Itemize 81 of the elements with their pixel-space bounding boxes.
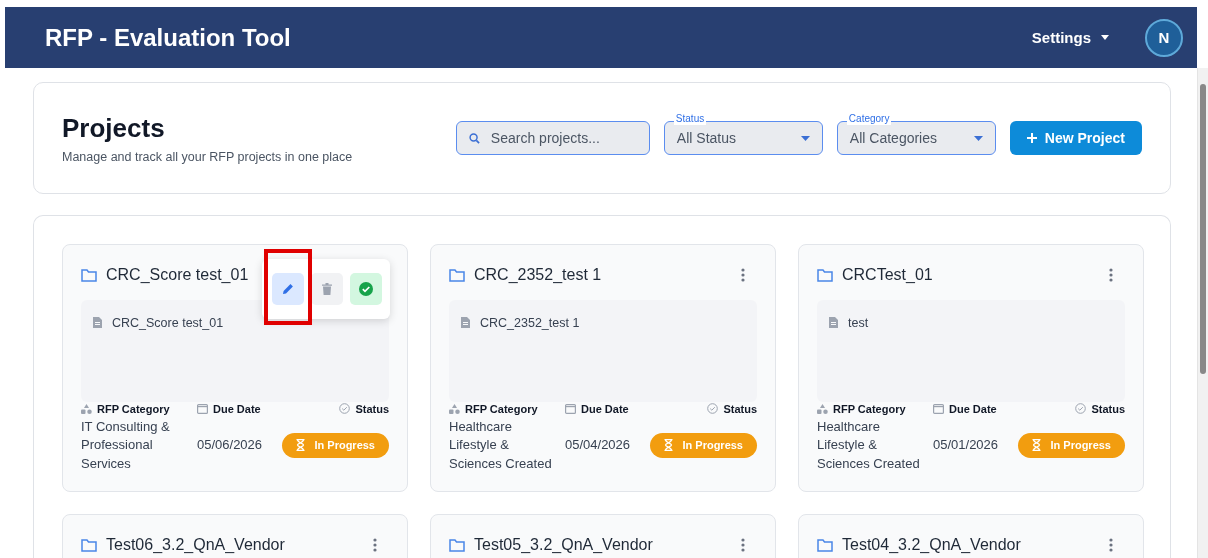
description-text: CRC_Score test_01: [112, 316, 224, 330]
new-project-button[interactable]: New Project: [1009, 121, 1142, 155]
status-label: Status: [1091, 402, 1125, 415]
folder-icon: [81, 538, 97, 552]
delete-button[interactable]: [311, 273, 343, 305]
folder-icon: [449, 538, 465, 552]
page-title: Projects: [62, 112, 166, 144]
folder-icon: [449, 268, 465, 282]
edit-button[interactable]: [272, 273, 304, 305]
status-badge: In Progress: [650, 432, 757, 458]
more-options-icon[interactable]: [373, 538, 377, 552]
due-date-label: Due Date: [213, 402, 261, 415]
project-name: Test06_3.2_QnA_Vendor: [106, 536, 286, 554]
search-field[interactable]: Search projects...: [455, 121, 650, 155]
filter-select[interactable]: All Status: [663, 121, 823, 155]
project-name: Test05_3.2_QnA_Vendor: [474, 536, 654, 554]
check-circle-outline-icon: [707, 403, 719, 414]
folder-icon: [817, 538, 833, 552]
status-badge: In Progress: [1018, 432, 1125, 458]
description-text: CRC_2352_test 1: [480, 316, 580, 330]
status-label: Status: [723, 402, 757, 415]
app-title: RFP - Evaluation Tool: [45, 23, 292, 52]
pencil-icon: [282, 283, 294, 295]
category-value: IT Consulting & Professional Services: [81, 417, 171, 473]
category-value: Healthcare Lifestyle & Sciences Created: [817, 417, 921, 473]
check-circle-outline-icon: [1075, 403, 1087, 414]
search-icon: [468, 133, 480, 144]
category-label: RFP Category: [97, 402, 170, 415]
project-card[interactable]: Test04_3.2_QnA_Vendor: [798, 514, 1144, 558]
hourglass-icon: [296, 439, 306, 452]
complete-button[interactable]: [350, 273, 382, 305]
document-icon: [829, 317, 838, 328]
folder-icon: [81, 268, 97, 282]
category-value: Healthcare Lifestyle & Sciences Created: [449, 417, 553, 473]
shapes-icon: [81, 403, 92, 414]
filter-label: Status: [673, 113, 707, 125]
more-options-icon[interactable]: [741, 538, 745, 552]
hourglass-icon: [664, 439, 674, 452]
shapes-icon: [817, 403, 828, 414]
project-card[interactable]: Test06_3.2_QnA_Vendor: [62, 514, 408, 558]
folder-icon: [817, 268, 833, 282]
hourglass-icon: [1032, 439, 1042, 452]
page-subtitle: Manage and track all your RFP projects in one place: [62, 149, 354, 164]
user-avatar[interactable]: N: [1145, 18, 1183, 57]
dropdown-caret-icon: [800, 135, 810, 141]
settings-menu[interactable]: Settings: [1031, 29, 1109, 46]
more-options-icon[interactable]: [1109, 538, 1113, 552]
more-options-icon[interactable]: [1109, 268, 1113, 282]
filter-label: Category: [846, 113, 892, 125]
project-name: CRC_2352_test 1: [474, 266, 603, 284]
calendar-icon: [565, 403, 576, 414]
scrollbar[interactable]: [1197, 68, 1208, 558]
more-options-icon[interactable]: [741, 268, 745, 282]
category-label: RFP Category: [465, 402, 538, 415]
calendar-icon: [197, 403, 208, 414]
shapes-icon: [449, 403, 460, 414]
due-date-value: 05/01/2026: [933, 436, 1000, 454]
calendar-icon: [933, 403, 944, 414]
due-date-label: Due Date: [581, 402, 629, 415]
status-badge: In Progress: [282, 432, 389, 458]
project-card[interactable]: CRC_Score test_01 CRC_Score test_01 RFP Category IT Consulting & Professional Services Due Date 05/06/2026 Status In Progress: [62, 244, 408, 492]
description-text: test: [848, 316, 869, 330]
check-circle-icon: [359, 282, 373, 296]
dropdown-caret-icon: [973, 135, 983, 141]
check-circle-outline-icon: [339, 403, 351, 414]
category-label: RFP Category: [833, 402, 906, 415]
project-card[interactable]: CRC_2352_test 1 CRC_2352_test 1 RFP Category Healthcare Lifestyle & Sciences Created Due Date 05/04/2026 Status In Progress: [430, 244, 776, 492]
plus-icon: [1026, 133, 1037, 143]
document-icon: [461, 317, 470, 328]
project-card[interactable]: CRCTest_01 test RFP Category Healthcare Lifestyle & Sciences Created Due Date 05/01/2026 Status In Progress: [798, 244, 1144, 492]
project-name: CRCTest_01: [842, 266, 934, 284]
due-date-value: 05/06/2026: [197, 436, 264, 454]
status-label: Status: [355, 402, 389, 415]
document-icon: [93, 317, 102, 328]
trash-icon: [322, 283, 332, 295]
project-name: Test04_3.2_QnA_Vendor: [842, 536, 1022, 554]
due-date-label: Due Date: [949, 402, 997, 415]
due-date-value: 05/04/2026: [565, 436, 632, 454]
project-name: CRC_Score test_01: [106, 266, 250, 284]
project-card[interactable]: Test05_3.2_QnA_Vendor: [430, 514, 776, 558]
caret-icon: [1101, 35, 1109, 40]
